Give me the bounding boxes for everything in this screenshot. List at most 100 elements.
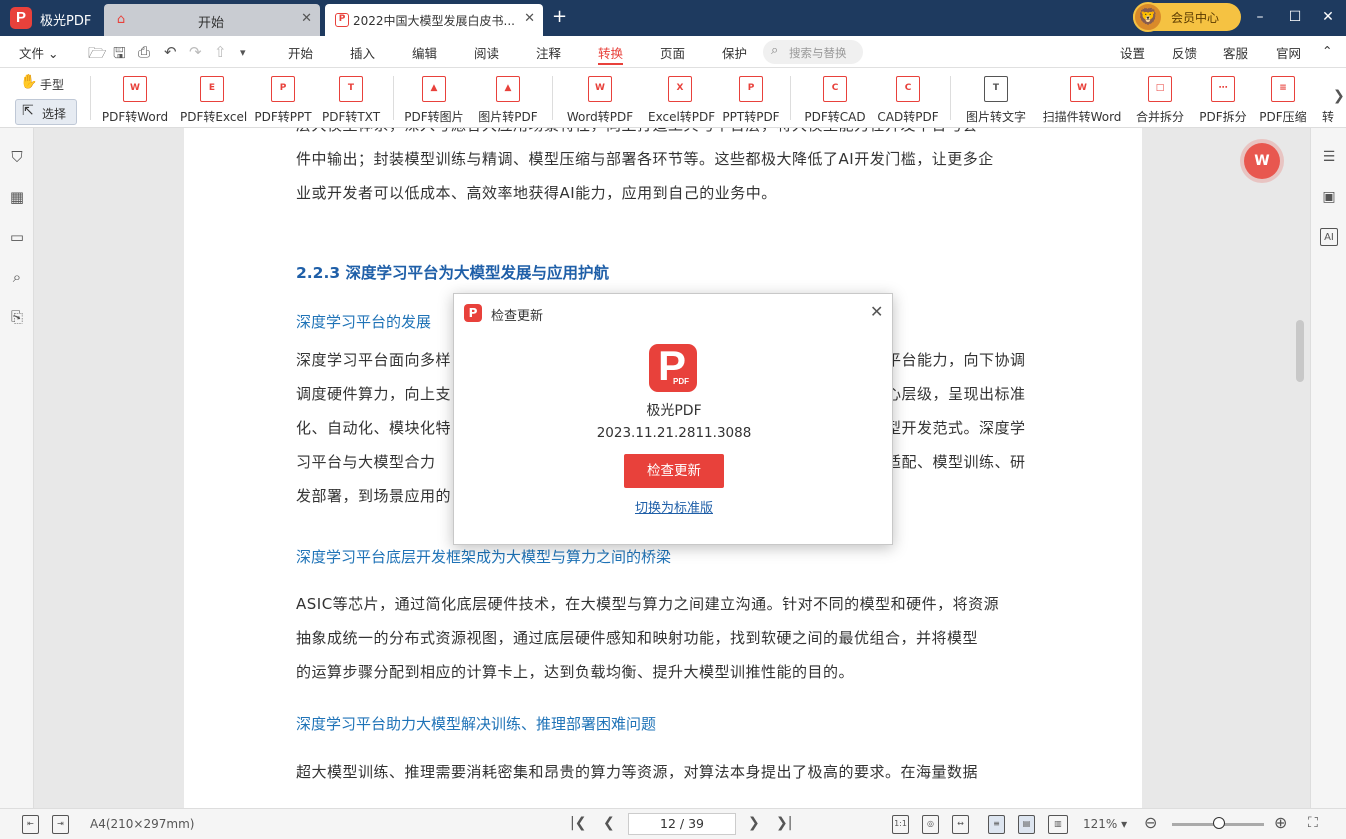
tool-4[interactable]: ▲ PDF转图片 bbox=[404, 70, 464, 126]
menu-feedback[interactable]: 反馈 bbox=[1172, 43, 1197, 62]
menu-start[interactable]: 开始 bbox=[288, 43, 313, 62]
save-icon[interactable]: 🖫 bbox=[113, 43, 126, 68]
chat-icon[interactable]: ▣ bbox=[1320, 188, 1338, 206]
comment-icon[interactable]: ▭ bbox=[8, 228, 26, 246]
zoom-level[interactable]: 121% ▾ bbox=[1083, 817, 1127, 831]
text-line: 平台能力，向下协调 bbox=[886, 351, 1026, 369]
first-page-icon[interactable]: |❮ bbox=[570, 815, 586, 831]
text-line: 超大模型训练、推理需要消耗密集和昂贵的算力等资源，对算法本身提出了极高的要求。在… bbox=[296, 763, 979, 781]
zoom-slider-handle[interactable] bbox=[1213, 817, 1225, 829]
menu-page[interactable]: 页面 bbox=[660, 43, 685, 62]
tool-2[interactable]: P PDF转PPT bbox=[254, 70, 312, 126]
right-sidebar: ☰ ▣ AI bbox=[1310, 128, 1346, 808]
menu-website[interactable]: 官网 bbox=[1276, 43, 1301, 62]
tool-12[interactable]: W 扫描件转Word bbox=[1040, 70, 1124, 126]
ai-icon[interactable]: AI bbox=[1320, 228, 1338, 246]
text-line: 层大模型体系，深入考虑各大应用场景特性，向上打造工具与平台层，将大模型能力在开发… bbox=[296, 128, 1036, 142]
undo-icon[interactable]: ↶ bbox=[164, 43, 177, 61]
new-tab-button[interactable]: + bbox=[552, 6, 567, 27]
close-icon[interactable]: ✕ bbox=[524, 11, 535, 26]
search-replace-box[interactable]: ⌕ 搜索与替换 bbox=[763, 40, 863, 64]
tool-8[interactable]: P PPT转PDF bbox=[722, 70, 780, 126]
maximize-button[interactable]: ☐ bbox=[1285, 9, 1305, 25]
tool-file-icon: ≡ bbox=[1271, 76, 1295, 102]
sliders-icon[interactable]: ☰ bbox=[1320, 148, 1338, 166]
single-page-icon[interactable]: ▤ bbox=[1018, 815, 1035, 834]
fit-width-icon[interactable]: ↔ bbox=[952, 815, 969, 834]
dialog-title: 检查更新 bbox=[491, 309, 544, 324]
page-icon[interactable]: ⇤ bbox=[22, 815, 39, 834]
vip-center-button[interactable]: 🦁 会员中心 bbox=[1133, 2, 1241, 32]
minimize-button[interactable]: – bbox=[1250, 9, 1270, 25]
hand-tool[interactable]: ✋ 手型 bbox=[16, 73, 74, 95]
tool-13[interactable]: □ 合并拆分 bbox=[1135, 70, 1185, 126]
tool-6[interactable]: W Word转PDF bbox=[565, 70, 635, 126]
tool-14[interactable]: ⋯ PDF拆分 bbox=[1198, 70, 1248, 126]
tool-label: PDF转CAD bbox=[804, 110, 866, 124]
collapse-ribbon-icon[interactable]: ⌃ bbox=[1322, 43, 1332, 58]
search-icon: ⌕ bbox=[771, 43, 779, 58]
menu-settings[interactable]: 设置 bbox=[1120, 43, 1145, 62]
left-sidebar: ⛉ ▦ ▭ ⌕ ⎘ bbox=[0, 128, 34, 808]
menu-insert[interactable]: 插入 bbox=[350, 43, 375, 62]
switch-standard-link[interactable]: 切换为标准版 bbox=[454, 497, 894, 516]
zoom-in-icon[interactable]: ⊕ bbox=[1274, 813, 1287, 832]
fullscreen-icon[interactable]: ⛶ bbox=[1308, 815, 1318, 831]
zoom-out-icon[interactable]: ⊖ bbox=[1144, 813, 1157, 832]
last-page-icon[interactable]: ❯| bbox=[776, 815, 792, 831]
open-folder-icon[interactable]: 🗁 bbox=[88, 43, 107, 68]
tab-home[interactable]: ⌂ 开始 ✕ bbox=[104, 4, 320, 36]
tool-0[interactable]: W PDF转Word bbox=[100, 70, 170, 126]
tool-3[interactable]: T PDF转TXT bbox=[321, 70, 381, 126]
bookmark-icon[interactable]: ⛉ bbox=[8, 148, 26, 166]
tool-7[interactable]: X Excel转PDF bbox=[648, 70, 715, 126]
fit-page-icon[interactable]: ◎ bbox=[922, 815, 939, 834]
close-icon[interactable]: ✕ bbox=[870, 302, 883, 321]
subsection-heading: 深度学习平台底层开发框架成为大模型与算力之间的桥梁 bbox=[296, 548, 672, 566]
menu-edit[interactable]: 编辑 bbox=[412, 43, 437, 62]
menu-convert[interactable]: 转换 bbox=[598, 43, 624, 65]
actual-size-icon[interactable]: 1:1 bbox=[892, 815, 909, 834]
next-page-icon[interactable]: ❯ bbox=[748, 815, 760, 831]
share-icon[interactable]: ⇧ bbox=[214, 43, 227, 61]
prev-page-icon[interactable]: ❮ bbox=[603, 815, 615, 831]
tool-file-icon: P bbox=[739, 76, 763, 102]
close-icon[interactable]: ✕ bbox=[301, 11, 312, 26]
convert-to-word-float-icon[interactable]: W bbox=[1244, 143, 1280, 179]
tool-label: PDF转Word bbox=[101, 110, 169, 124]
menu-file[interactable]: 文件 ⌄ bbox=[19, 43, 58, 62]
tool-9[interactable]: C PDF转CAD bbox=[804, 70, 866, 126]
tool-5[interactable]: ▲ 图片转PDF bbox=[478, 70, 538, 126]
tool-file-icon: E bbox=[200, 76, 224, 102]
menu-protect[interactable]: 保护 bbox=[722, 43, 747, 62]
chevron-right-icon[interactable]: ❯ bbox=[1333, 88, 1345, 104]
vertical-scrollbar[interactable] bbox=[1296, 320, 1304, 382]
tool-10[interactable]: C CAD转PDF bbox=[877, 70, 939, 126]
tool-15[interactable]: ≡ PDF压缩 bbox=[1258, 70, 1308, 126]
page-export-icon[interactable]: ⇥ bbox=[52, 815, 69, 834]
tab-document[interactable]: P 2022中国大模型发展白皮书... ✕ bbox=[325, 4, 543, 36]
continuous-view-icon[interactable]: ≡ bbox=[988, 815, 1005, 834]
menu-read[interactable]: 阅读 bbox=[474, 43, 499, 62]
zoom-value: 121% bbox=[1083, 817, 1118, 831]
menu-service[interactable]: 客服 bbox=[1223, 43, 1248, 62]
dropdown-icon[interactable]: ▾ bbox=[240, 46, 246, 59]
print-icon[interactable]: ⎙ bbox=[138, 43, 150, 61]
search-icon[interactable]: ⌕ bbox=[8, 268, 26, 286]
menu-annotate[interactable]: 注释 bbox=[536, 43, 561, 62]
close-window-button[interactable]: ✕ bbox=[1318, 9, 1338, 25]
lion-avatar-icon: 🦁 bbox=[1133, 2, 1163, 32]
text-line: 件中输出；封装模型训练与精调、模型压缩与部署各环节等。这些都极大降低了AI开发门… bbox=[296, 150, 994, 168]
attachment-icon[interactable]: ⎘ bbox=[8, 308, 26, 326]
check-update-button[interactable]: 检查更新 bbox=[624, 454, 724, 488]
tool-11[interactable]: T 图片转文字 bbox=[965, 70, 1027, 126]
two-page-icon[interactable]: ▥ bbox=[1048, 815, 1068, 834]
page-number-input[interactable]: 12 / 39 bbox=[628, 813, 736, 835]
logo-sub: PDF bbox=[673, 377, 689, 386]
search-placeholder: 搜索与替换 bbox=[789, 46, 847, 60]
tool-file-icon: W bbox=[123, 76, 147, 102]
thumbnails-icon[interactable]: ▦ bbox=[8, 188, 26, 206]
select-tool[interactable]: ⇱ 选择 bbox=[15, 99, 77, 125]
redo-icon[interactable]: ↷ bbox=[189, 43, 202, 61]
tool-1[interactable]: E PDF转Excel bbox=[180, 70, 247, 126]
